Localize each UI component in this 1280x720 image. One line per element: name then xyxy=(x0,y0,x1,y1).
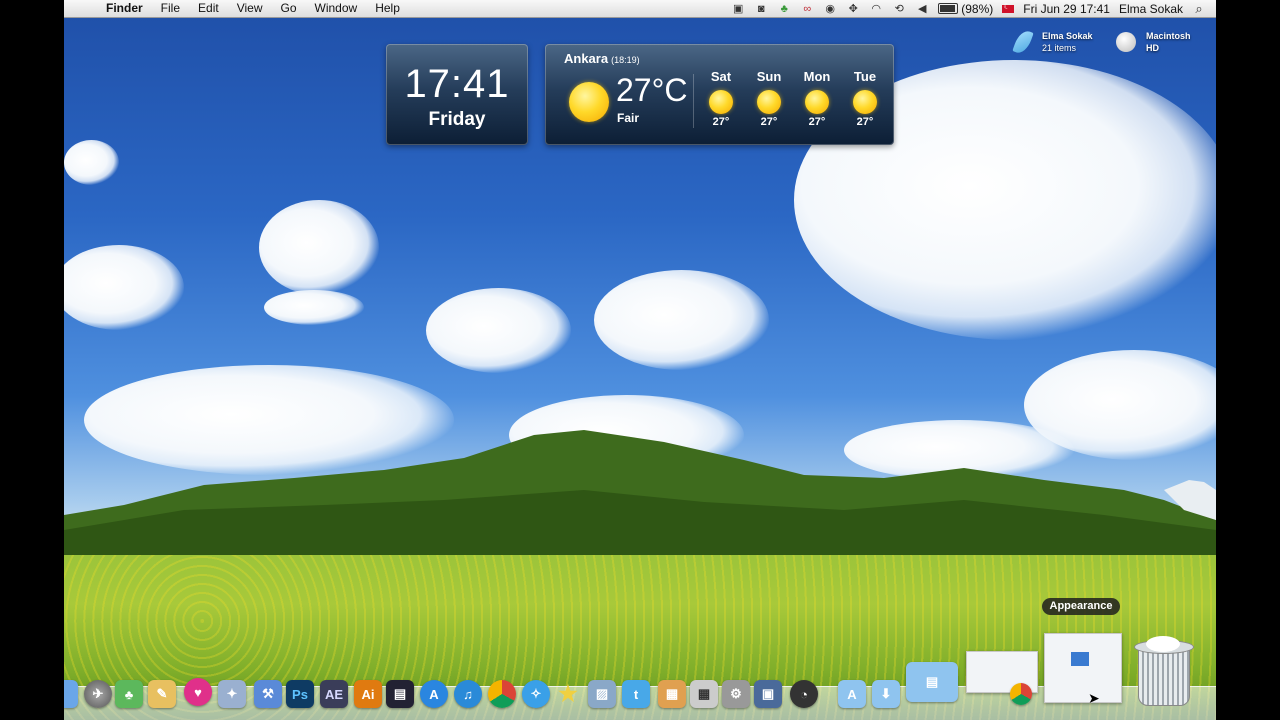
clock-widget[interactable]: 17:41 Friday xyxy=(386,44,528,145)
app-store-icon[interactable]: A xyxy=(420,680,448,708)
video-app-icon[interactable]: ▤ xyxy=(386,680,414,708)
unarchiver-icon[interactable]: ▦ xyxy=(658,680,686,708)
cloud xyxy=(259,200,379,295)
weather-divider xyxy=(693,74,694,128)
desktop-macintosh-hd[interactable]: Macintosh HD xyxy=(1114,28,1209,58)
camera-icon[interactable]: ◙ xyxy=(754,3,768,15)
forecast-temp: 27° xyxy=(808,116,826,128)
imovie-star-icon[interactable]: ★ xyxy=(554,680,582,708)
battery-percent: (98%) xyxy=(961,1,994,16)
menu-help[interactable]: Help xyxy=(366,0,409,17)
window-thumbnail-image xyxy=(1071,652,1089,666)
evernote-status-icon[interactable]: ♣ xyxy=(777,3,791,15)
cloud xyxy=(426,288,571,373)
time-machine-icon[interactable]: ⟲ xyxy=(892,3,906,15)
desktop-icon-label: Macintosh xyxy=(1146,31,1191,41)
photo-booth-icon[interactable]: ▣ xyxy=(754,680,782,708)
desktop-folder-elma-sokak[interactable]: Elma Sokak 21 items xyxy=(1012,28,1109,58)
menu-edit[interactable]: Edit xyxy=(189,0,228,17)
forecast-day-label: Tue xyxy=(853,69,877,84)
chrome-icon[interactable] xyxy=(1010,683,1032,705)
screen-icon[interactable]: ▣ xyxy=(731,3,745,15)
menu-bar: Finder File Edit View Go Window Help ▣ ◙… xyxy=(64,0,1216,18)
forecast-day-label: Sat xyxy=(710,69,732,84)
sun-icon xyxy=(853,90,877,114)
launchpad-icon[interactable]: ✈ xyxy=(84,680,112,708)
weather-local-time: (18:19) xyxy=(611,55,640,65)
forecast-temp: 27° xyxy=(760,116,778,128)
weather-widget[interactable]: Ankara (18:19) 27°C Fair Sat 27° Sun 27° … xyxy=(545,44,894,145)
calculator-icon[interactable]: ▦ xyxy=(690,680,718,708)
applications-folder-icon[interactable]: A xyxy=(838,680,866,708)
infinity-icon[interactable]: ∞ xyxy=(800,3,814,15)
dashboard-icon[interactable]: ◔ xyxy=(790,680,818,708)
cloud xyxy=(264,290,364,325)
evernote-icon[interactable]: ♣ xyxy=(115,680,143,708)
menu-finder[interactable]: Finder xyxy=(98,0,152,17)
cloud xyxy=(594,270,769,370)
forest-hill xyxy=(64,430,1216,570)
forecast-temp: 27° xyxy=(712,116,730,128)
system-preferences-icon[interactable]: ⚙ xyxy=(722,680,750,708)
sun-icon xyxy=(805,90,829,114)
hard-drive-icon xyxy=(1116,32,1136,52)
chrome-icon[interactable] xyxy=(488,680,516,708)
itunes-icon[interactable]: ♫ xyxy=(454,680,482,708)
mouse-cursor-icon: ➤ xyxy=(1088,690,1100,706)
safari-icon[interactable]: ✧ xyxy=(522,680,550,708)
eye-icon[interactable]: ◉ xyxy=(823,3,837,15)
wifi-icon[interactable]: ◠ xyxy=(869,3,883,15)
cloud xyxy=(64,245,184,330)
cloud xyxy=(64,140,119,185)
menu-file[interactable]: File xyxy=(152,0,189,17)
iphoto-icon[interactable]: ▨ xyxy=(588,680,616,708)
sun-icon xyxy=(569,82,609,122)
desktop-icon-detail: 21 items xyxy=(1042,43,1077,53)
turkish-flag-icon[interactable] xyxy=(1002,2,1015,13)
feather-icon xyxy=(1012,28,1034,56)
forecast-day: Sat 27° xyxy=(697,69,745,128)
documents-folder-icon[interactable]: ▤ xyxy=(906,662,958,702)
desktop-screen: Finder File Edit View Go Window Help ▣ ◙… xyxy=(64,0,1216,720)
move-icon[interactable]: ✥ xyxy=(846,3,860,15)
clock-day: Friday xyxy=(428,109,486,130)
desktop-icon-label: Elma Sokak xyxy=(1042,31,1093,41)
forecast-day-label: Mon xyxy=(803,69,831,84)
desktop-icon-detail: HD xyxy=(1146,43,1159,53)
preview-bird-icon[interactable]: ✦ xyxy=(218,680,246,708)
spotlight-search-icon[interactable]: ⌕ xyxy=(1192,2,1206,15)
weather-city: Ankara (18:19) xyxy=(564,51,640,66)
sun-icon xyxy=(709,90,733,114)
illustrator-icon[interactable]: Ai xyxy=(354,680,382,708)
forecast-day-label: Sun xyxy=(756,69,782,84)
sun-icon xyxy=(757,90,781,114)
dock-tooltip: Appearance xyxy=(1042,598,1120,615)
weather-city-name: Ankara xyxy=(564,51,609,66)
heart-app-icon[interactable]: ♥ xyxy=(184,678,212,706)
weather-temperature: 27°C xyxy=(616,72,688,108)
menu-clock[interactable]: Fri Jun 29 17:41 xyxy=(1023,2,1110,16)
menu-go[interactable]: Go xyxy=(272,0,306,17)
menu-view[interactable]: View xyxy=(228,0,272,17)
after-effects-icon[interactable]: AE xyxy=(320,680,348,708)
pencil-app-icon[interactable]: ✎ xyxy=(148,680,176,708)
xcode-icon[interactable]: ⚒ xyxy=(254,680,282,708)
trash-icon[interactable] xyxy=(1134,636,1194,706)
photoshop-icon[interactable]: Ps xyxy=(286,680,314,708)
weather-condition: Fair xyxy=(617,111,640,125)
downloads-folder-icon[interactable]: ⬇ xyxy=(872,680,900,708)
battery-indicator[interactable]: (98%) xyxy=(938,2,993,16)
battery-icon xyxy=(938,3,959,14)
forecast-day: Tue 27° xyxy=(841,69,889,128)
clock-time: 17:41 xyxy=(404,62,510,106)
forecast-day: Sun 27° xyxy=(745,69,793,128)
finder-dock-icon[interactable] xyxy=(64,680,78,708)
twitter-icon[interactable]: t xyxy=(622,680,650,708)
forecast-day: Mon 27° xyxy=(793,69,841,128)
forecast-temp: 27° xyxy=(856,116,874,128)
user-menu[interactable]: Elma Sokak xyxy=(1119,2,1183,16)
appearance-minimized-window[interactable] xyxy=(1044,633,1122,703)
menu-window[interactable]: Window xyxy=(306,0,367,17)
volume-icon[interactable]: ◀ xyxy=(915,3,929,15)
